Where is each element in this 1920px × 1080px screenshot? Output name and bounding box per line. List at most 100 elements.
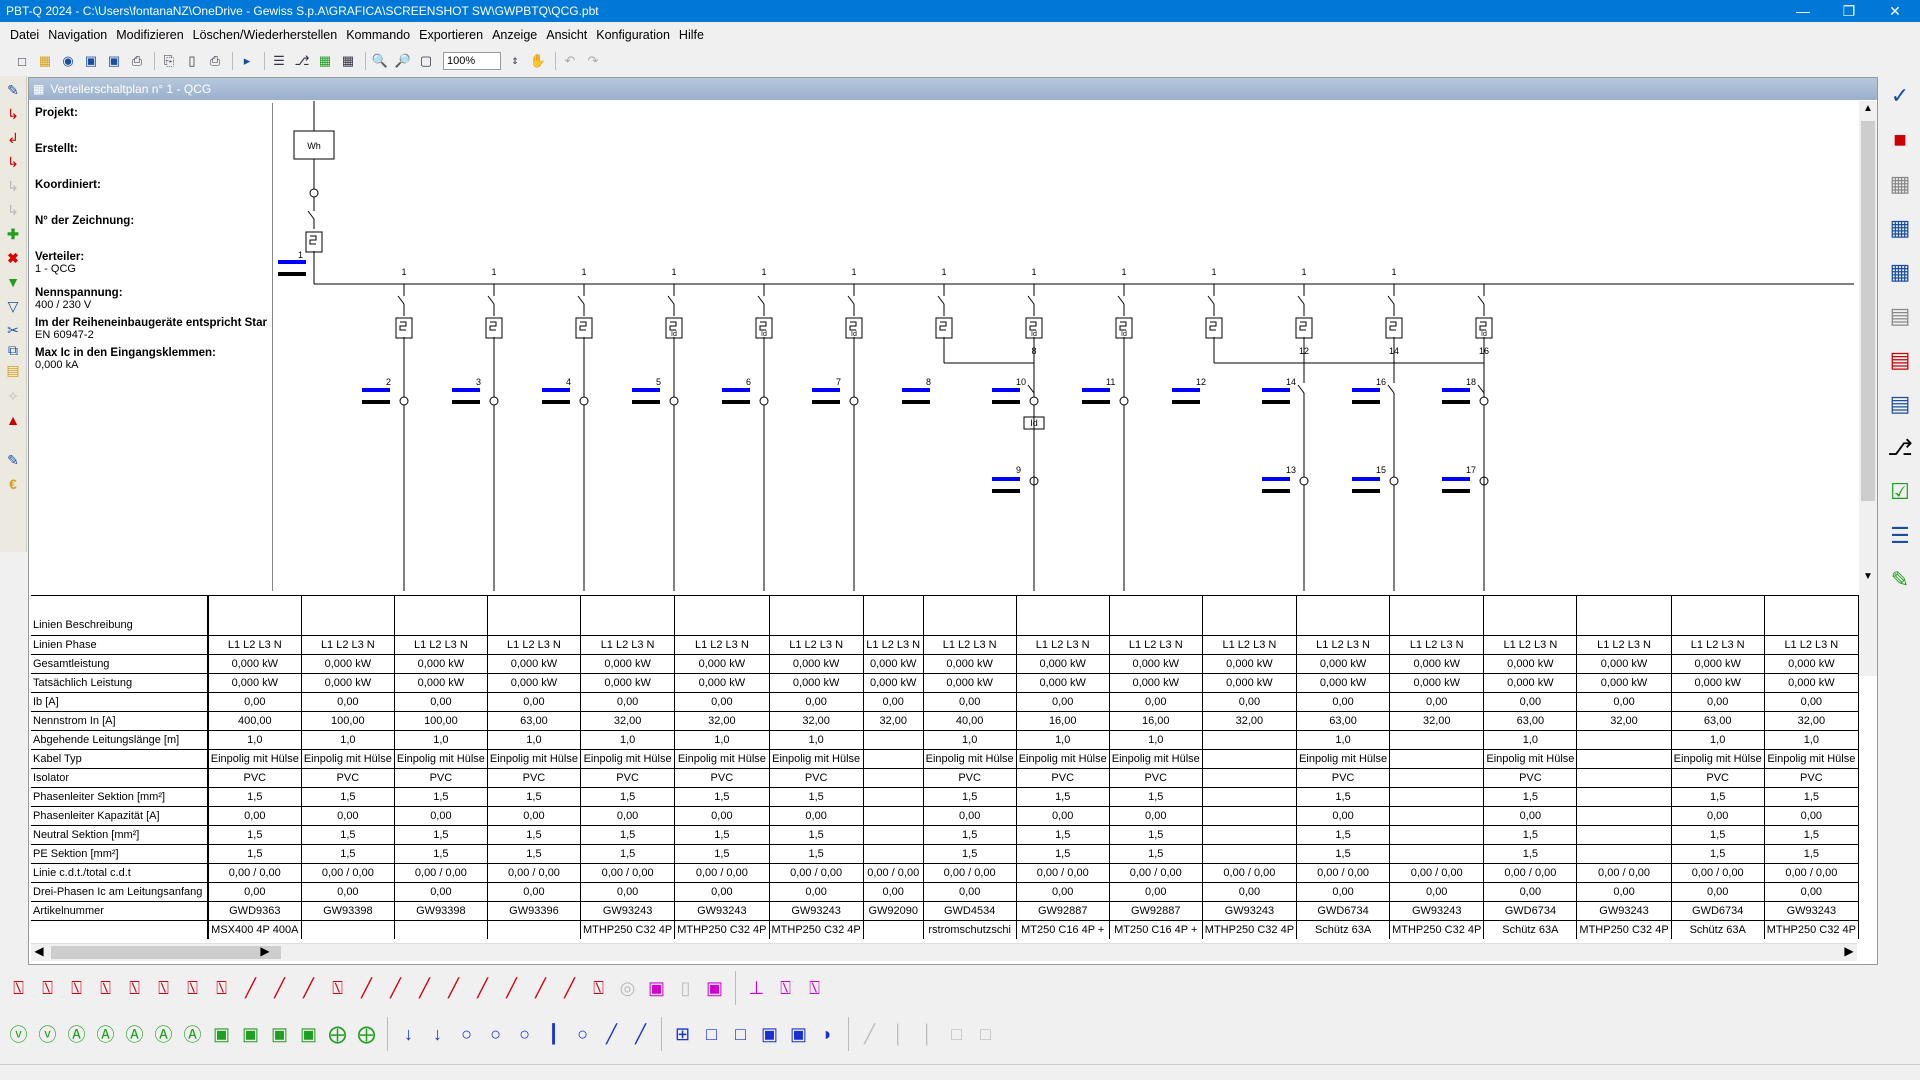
- redo-icon[interactable]: ↷: [583, 51, 603, 71]
- grid-cell[interactable]: 1,5: [1670, 787, 1765, 807]
- grid-cell[interactable]: 1,5: [922, 844, 1017, 864]
- grid-cell[interactable]: PVC: [1108, 768, 1203, 788]
- add-icon[interactable]: ✚: [3, 224, 23, 244]
- breaker-icon[interactable]: ⍂: [584, 969, 613, 1007]
- switch-icon[interactable]: ╱: [526, 969, 555, 1007]
- grid-cell[interactable]: 1,5: [486, 825, 581, 845]
- grid-cell[interactable]: [300, 920, 395, 939]
- grid-cell[interactable]: [579, 595, 676, 636]
- grid-cell[interactable]: 1,5: [486, 844, 581, 864]
- grid-cell[interactable]: 0,00: [1015, 882, 1110, 902]
- grid-cell[interactable]: 0,000 kW: [207, 673, 302, 693]
- contact-icon[interactable]: ╱: [626, 1015, 655, 1053]
- ammeter-icon[interactable]: Ⓐ: [62, 1015, 91, 1053]
- grid-cell[interactable]: 1,5: [300, 844, 395, 864]
- grid-cell[interactable]: 1,5: [1108, 844, 1203, 864]
- scroll-up-icon[interactable]: ▲: [1863, 103, 1873, 114]
- grid-cell[interactable]: 0,00: [1108, 882, 1203, 902]
- grid-cell[interactable]: 400,00: [207, 711, 302, 731]
- voltmeter-icon[interactable]: ⓥ: [33, 1015, 62, 1053]
- cabinet-icon[interactable]: ▤: [1884, 300, 1916, 332]
- line-tool-icon[interactable]: ↳: [3, 104, 23, 124]
- switch-icon[interactable]: ╱: [555, 969, 584, 1007]
- grid-cell[interactable]: 0,00: [862, 692, 924, 712]
- grid-cell[interactable]: 0,00: [207, 692, 302, 712]
- grid-cell[interactable]: GW93243: [1201, 901, 1298, 921]
- grid-cell[interactable]: 1,0: [674, 730, 770, 750]
- grid-cell[interactable]: 0,00: [1763, 692, 1859, 712]
- documents-icon[interactable]: ▤: [1884, 388, 1916, 420]
- grid-cell[interactable]: 63,00: [1296, 711, 1391, 731]
- grid-cell[interactable]: 0,00: [579, 806, 676, 826]
- fuse-icon[interactable]: ⍂: [207, 969, 236, 1007]
- grid-cell[interactable]: 0,000 kW: [1763, 654, 1859, 674]
- grid-cell[interactable]: 0,00: [1763, 806, 1859, 826]
- grid-cell[interactable]: PVC: [922, 768, 1017, 788]
- switch-icon[interactable]: ╱: [439, 969, 468, 1007]
- grid-cell[interactable]: [300, 595, 395, 636]
- paint-icon[interactable]: ▲: [3, 410, 23, 430]
- grid-cell[interactable]: [862, 595, 924, 636]
- switch-icon[interactable]: ╱: [236, 969, 265, 1007]
- grid-cell[interactable]: PVC: [579, 768, 676, 788]
- grid-cell[interactable]: 0,00: [1389, 692, 1485, 712]
- ammeter-icon[interactable]: Ⓐ: [149, 1015, 178, 1053]
- switch-icon[interactable]: ⎇: [1884, 432, 1916, 464]
- grid-cell[interactable]: 0,00 / 0,00: [1201, 863, 1298, 883]
- grid-cell[interactable]: [862, 806, 924, 826]
- grid-cell[interactable]: 0,00: [862, 882, 924, 902]
- grid-cell[interactable]: 0,000 kW: [674, 654, 770, 674]
- grid-cell[interactable]: 1,5: [300, 825, 395, 845]
- grid-cell[interactable]: PVC: [300, 768, 395, 788]
- zoom-select[interactable]: 100%: [443, 52, 501, 70]
- cut-icon[interactable]: ✂: [3, 320, 23, 340]
- branch-tool-icon[interactable]: ↲: [3, 128, 23, 148]
- grid-cell[interactable]: 0,000 kW: [1483, 673, 1578, 693]
- grid-cell[interactable]: 0,000 kW: [300, 654, 395, 674]
- grid-cell[interactable]: Einpolig mit Hülse: [300, 749, 395, 769]
- grid-cell[interactable]: PVC: [1015, 768, 1110, 788]
- grid-cell[interactable]: 1,0: [1108, 730, 1203, 750]
- grid-cell[interactable]: [1201, 768, 1298, 788]
- grid-cell[interactable]: 1,0: [1483, 730, 1578, 750]
- breaker-icon[interactable]: ⍂: [178, 969, 207, 1007]
- grid-cell[interactable]: 32,00: [1576, 711, 1672, 731]
- grid-cell[interactable]: [1389, 768, 1485, 788]
- disabled-symbol-icon[interactable]: □: [971, 1015, 1000, 1053]
- printer-icon[interactable]: ⎙: [205, 51, 225, 71]
- grid-cell[interactable]: MTHP250 C32 4P: [579, 920, 676, 939]
- grid-cell[interactable]: 1,5: [207, 844, 302, 864]
- meter-icon[interactable]: ▣: [236, 1015, 265, 1053]
- zoom-in-icon[interactable]: 🔍: [370, 51, 390, 71]
- grid-cell[interactable]: [1576, 595, 1672, 636]
- grid-cell[interactable]: [1201, 595, 1298, 636]
- grid-cell[interactable]: 1,5: [1763, 787, 1859, 807]
- print-icon[interactable]: ⎙: [127, 51, 147, 71]
- grid-cell[interactable]: 1,0: [393, 730, 488, 750]
- restore-icon[interactable]: ❐: [1826, 0, 1872, 22]
- contact-icon[interactable]: ╱: [597, 1015, 626, 1053]
- save-icon[interactable]: ▣: [81, 51, 101, 71]
- pan-icon[interactable]: ✋: [528, 51, 548, 71]
- grid-cell[interactable]: PVC: [674, 768, 770, 788]
- grid-cell[interactable]: 0,000 kW: [1108, 654, 1203, 674]
- grid-cell[interactable]: GW93243: [1763, 901, 1859, 921]
- grid-cell[interactable]: 1,0: [1763, 730, 1859, 750]
- grid-cell[interactable]: GW92887: [1108, 901, 1203, 921]
- grid-cell[interactable]: 0,00: [393, 692, 488, 712]
- grid-cell[interactable]: MTHP250 C32 4P: [1763, 920, 1859, 939]
- grid-cell[interactable]: [1576, 787, 1672, 807]
- grid-cell[interactable]: 1,0: [768, 730, 864, 750]
- grid-cell[interactable]: 0,000 kW: [1670, 654, 1765, 674]
- grid-cell[interactable]: L1 L2 L3 N: [207, 635, 302, 655]
- switch-icon[interactable]: ╱: [381, 969, 410, 1007]
- menu-hilfe[interactable]: Hilfe: [679, 28, 704, 42]
- grid-cell[interactable]: PVC: [1296, 768, 1391, 788]
- grid-cell[interactable]: GW92090: [862, 901, 924, 921]
- grid-cell[interactable]: 0,00: [486, 692, 581, 712]
- grid-cell[interactable]: 0,00: [393, 882, 488, 902]
- grid-cell[interactable]: 1,5: [1670, 844, 1765, 864]
- disabled-symbol-icon[interactable]: ╱: [855, 1015, 884, 1053]
- switch-icon[interactable]: ╱: [265, 969, 294, 1007]
- grid-cell[interactable]: [1389, 730, 1485, 750]
